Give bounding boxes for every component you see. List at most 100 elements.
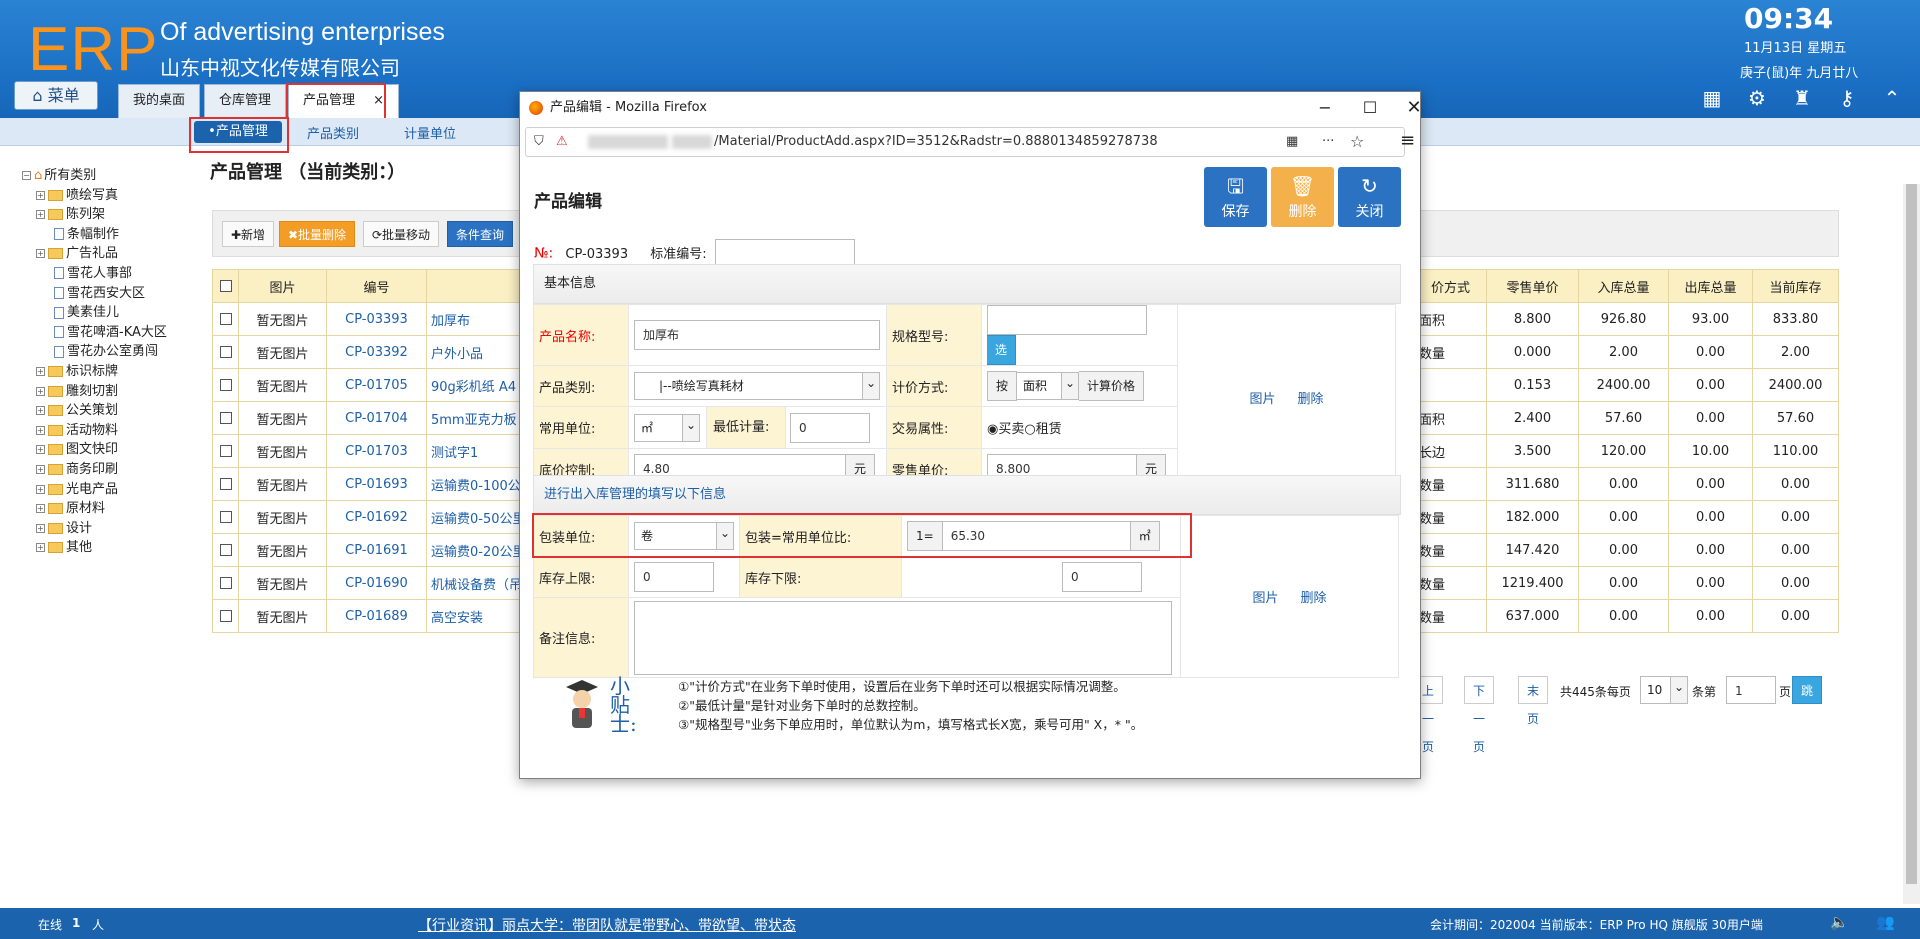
tree-item[interactable]: 条幅制作 — [22, 225, 167, 245]
table-row[interactable]: 0.153 2400.00 0.00 2400.00 — [1414, 368, 1839, 402]
qr-icon[interactable]: ▦ — [1286, 128, 1298, 156]
picture-link-2[interactable]: 图片 — [1252, 591, 1278, 606]
row-checkbox[interactable] — [219, 610, 232, 622]
spec-input[interactable] — [987, 305, 1147, 335]
save-button[interactable]: 🖫 保存 — [1204, 167, 1267, 227]
minimize-icon[interactable]: − — [1305, 92, 1345, 124]
row-checkbox[interactable] — [219, 445, 232, 457]
row-code[interactable]: CP-03393 — [326, 302, 427, 336]
tree-item[interactable]: + 活动物料 — [22, 421, 167, 441]
rent-radio-icon[interactable]: ○ — [1024, 422, 1035, 437]
plus-icon[interactable]: + — [36, 190, 45, 200]
menu-button[interactable]: ⌂ 菜单 — [14, 81, 98, 110]
users-icon[interactable]: 👥 — [1876, 913, 1895, 931]
pricing-select[interactable]: 面积 — [1017, 372, 1080, 400]
batch-delete-button[interactable]: ✖批量删除 — [279, 221, 356, 247]
tree-item[interactable]: + 雕刻切割 — [22, 382, 167, 402]
table-row[interactable]: 暂无图片 CP-01692 运输费0-50公里 — [212, 500, 523, 534]
delete-picture-link[interactable]: 删除 — [1298, 392, 1324, 407]
url-bar[interactable]: ⛉ ⚠ /Material/ProductAdd.aspx?ID=3512&Ra… — [525, 127, 1405, 157]
calc-price-button[interactable]: 计算价格 — [1079, 371, 1145, 401]
row-checkbox[interactable] — [219, 478, 232, 490]
min-stock-input[interactable]: 0 — [1062, 562, 1142, 592]
add-button[interactable]: ✚新增 — [222, 221, 275, 247]
tree-item[interactable]: + 陈列架 — [22, 205, 167, 225]
table-row[interactable]: 数量 637.000 0.00 0.00 0.00 — [1414, 599, 1839, 633]
row-code[interactable]: CP-01690 — [326, 566, 427, 600]
tree-root[interactable]: − ⌂ 所有类别 — [22, 166, 167, 186]
collapse-icon[interactable]: ⌃ — [1880, 86, 1904, 110]
tree-item[interactable]: 雪花人事部 — [22, 264, 167, 284]
per-page-select[interactable]: 10 — [1640, 676, 1688, 704]
table-row[interactable]: 面积 8.800 926.80 93.00 833.80 — [1414, 302, 1839, 336]
table-row[interactable]: 暂无图片 CP-01689 高空安装 — [212, 599, 523, 633]
row-checkbox[interactable] — [219, 577, 232, 589]
tree-item[interactable]: + 广告礼品 — [22, 244, 167, 264]
table-row[interactable]: 面积 2.400 57.60 0.00 57.60 — [1414, 401, 1839, 435]
row-code[interactable]: CP-01703 — [326, 434, 427, 468]
row-name[interactable]: 机械设备费（吊 — [426, 566, 523, 600]
tree-item[interactable]: + 光电产品 — [22, 480, 167, 500]
page-scrollbar[interactable] — [1903, 184, 1920, 904]
tree-item[interactable]: 美素佳儿 — [22, 303, 167, 323]
table-row[interactable]: 暂无图片 CP-01693 运输费0-100公 — [212, 467, 523, 501]
query-button[interactable]: 条件查询 — [447, 221, 514, 247]
plus-icon[interactable]: + — [36, 523, 45, 533]
table-row[interactable]: 数量 1219.400 0.00 0.00 0.00 — [1414, 566, 1839, 600]
plus-icon[interactable]: + — [36, 543, 45, 553]
dashboard-icon[interactable]: ▦ — [1700, 86, 1724, 110]
tab-desktop[interactable]: 我的桌面 — [118, 84, 201, 118]
last-page-link[interactable]: 末页 — [1518, 676, 1549, 726]
table-row[interactable]: 数量 182.000 0.00 0.00 0.00 — [1414, 500, 1839, 534]
row-checkbox[interactable] — [219, 346, 232, 358]
row-code[interactable]: CP-01705 — [326, 368, 427, 402]
plus-icon[interactable]: + — [36, 249, 45, 259]
plus-icon[interactable]: + — [36, 484, 45, 494]
tab-warehouse[interactable]: 仓库管理 — [204, 84, 287, 118]
plus-icon[interactable]: + — [36, 504, 45, 514]
speaker-icon[interactable]: 🔈 — [1830, 913, 1849, 931]
row-name[interactable]: 运输费0-20公里 — [426, 533, 523, 567]
row-code[interactable]: CP-03392 — [326, 335, 427, 369]
row-checkbox[interactable] — [219, 511, 232, 523]
go-button[interactable]: 跳转 — [1792, 676, 1823, 726]
shirt-icon[interactable]: ♜ — [1790, 86, 1814, 110]
min-input[interactable]: 0 — [790, 412, 870, 443]
row-name[interactable]: 5mm亚克力板 — [426, 401, 523, 435]
row-code[interactable]: CP-01692 — [326, 500, 427, 534]
row-checkbox[interactable] — [219, 544, 232, 556]
row-code[interactable]: CP-01691 — [326, 533, 427, 567]
table-row[interactable]: 暂无图片 CP-01691 运输费0-20公里 — [212, 533, 523, 567]
table-row[interactable]: 暂无图片 CP-01703 测试字1 — [212, 434, 523, 468]
table-row[interactable]: 数量 147.420 0.00 0.00 0.00 — [1414, 533, 1839, 567]
plus-icon[interactable]: + — [36, 210, 45, 220]
plus-icon[interactable]: + — [36, 445, 45, 455]
close-window-icon[interactable]: ✕ — [1394, 92, 1434, 124]
row-code[interactable]: CP-01689 — [326, 599, 427, 633]
star-icon[interactable]: ☆ — [1350, 128, 1364, 156]
row-name[interactable]: 户外小品 — [426, 335, 523, 369]
name-input[interactable]: 加厚布 — [634, 320, 880, 350]
row-code[interactable]: CP-01693 — [326, 467, 427, 501]
select-all-checkbox[interactable] — [219, 280, 232, 292]
row-name[interactable]: 加厚布 — [426, 302, 523, 336]
plus-icon[interactable]: + — [36, 464, 45, 474]
tree-item[interactable]: 雪花办公室勇闯 — [22, 342, 167, 362]
row-checkbox[interactable] — [219, 412, 232, 424]
plus-icon[interactable]: + — [36, 425, 45, 435]
news-ticker[interactable]: 【行业资讯】丽点大学：带团队就是带野心、带欲望、带状态 — [418, 915, 796, 935]
row-name[interactable]: 90g彩机纸 A4 — [426, 368, 523, 402]
tree-item[interactable]: + 公关策划 — [22, 401, 167, 421]
page-input[interactable]: 1 — [1726, 676, 1776, 704]
more-icon[interactable]: ··· — [1322, 128, 1334, 156]
tree-item[interactable]: + 原材料 — [22, 499, 167, 519]
close-button[interactable]: ↻ 关闭 — [1338, 167, 1401, 227]
tree-item[interactable]: 雪花啤酒-KA大区 — [22, 323, 167, 343]
max-stock-input[interactable]: 0 — [634, 562, 714, 592]
table-row[interactable]: 数量 0.000 2.00 0.00 2.00 — [1414, 335, 1839, 369]
row-code[interactable]: CP-01704 — [326, 401, 427, 435]
subnav-category[interactable]: 产品类别 — [307, 123, 359, 142]
row-checkbox[interactable] — [219, 313, 232, 325]
delete-picture-link-2[interactable]: 删除 — [1301, 591, 1327, 606]
row-name[interactable]: 运输费0-50公里 — [426, 500, 523, 534]
